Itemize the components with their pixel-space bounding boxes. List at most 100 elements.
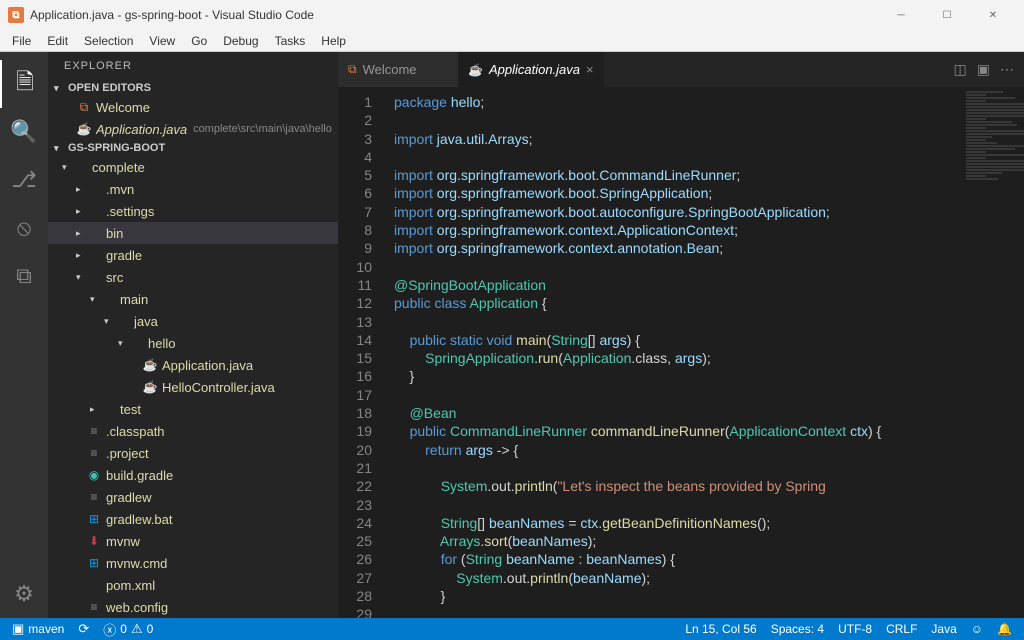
tree-item[interactable]: ▾hello: [48, 332, 338, 354]
chevron-down-icon: ▾: [76, 272, 86, 283]
language-status[interactable]: Java: [927, 622, 960, 636]
tree-item[interactable]: ≡.project: [48, 442, 338, 464]
minimize-button[interactable]: ─: [878, 0, 924, 30]
file-name: Welcome: [96, 100, 150, 115]
source-control-icon[interactable]: ⎇: [0, 156, 48, 204]
item-label: gradle: [106, 248, 142, 263]
feedback-icon[interactable]: ☺: [967, 622, 987, 636]
file-icon: ☕: [142, 358, 158, 372]
menu-edit[interactable]: Edit: [39, 32, 76, 50]
tab-icon: ☕: [468, 63, 483, 77]
close-icon[interactable]: ×: [586, 62, 594, 77]
layout-icon[interactable]: ▣: [977, 61, 990, 78]
item-label: HelloController.java: [162, 380, 275, 395]
item-label: main: [120, 292, 148, 307]
chevron-down-icon: ▾: [104, 316, 114, 327]
item-label: pom.xml: [106, 578, 155, 593]
maven-status[interactable]: ▣maven: [8, 621, 68, 637]
file-icon: ☕: [76, 122, 92, 136]
menu-view[interactable]: View: [141, 32, 183, 50]
item-label: mvnw.cmd: [106, 556, 167, 571]
eol-status[interactable]: CRLF: [882, 622, 921, 636]
problems-status[interactable]: ⓧ0 ⚠0: [99, 620, 157, 639]
code-editor[interactable]: 1234567891011121314151617181920212223242…: [338, 87, 1024, 618]
tree-item[interactable]: ⊞gradlew.bat: [48, 508, 338, 530]
item-label: java: [134, 314, 158, 329]
extensions-icon[interactable]: ⧉: [0, 252, 48, 300]
item-label: mvnw: [106, 534, 140, 549]
sync-icon: ⟳: [78, 621, 89, 637]
item-label: test: [120, 402, 141, 417]
tree-item[interactable]: ▸ test: [48, 398, 338, 420]
workspace-label: GS-SPRING-BOOT: [68, 142, 165, 154]
editor-tabs: ⧉Welcome ☕ Application.java × ◫ ▣ ⋯: [338, 52, 1024, 87]
encoding-status[interactable]: UTF-8: [834, 622, 876, 636]
file-name: Application.java: [96, 122, 187, 137]
open-editors-header[interactable]: ▾ OPEN EDITORS: [48, 80, 338, 96]
menu-help[interactable]: Help: [313, 32, 354, 50]
tree-item[interactable]: ≡.classpath: [48, 420, 338, 442]
sidebar-title: EXPLORER: [48, 52, 338, 80]
code-content[interactable]: package hello; import java.util.Arrays; …: [386, 87, 964, 618]
chevron-right-icon: ▸: [90, 404, 100, 415]
tree-item[interactable]: ◉build.gradle: [48, 464, 338, 486]
menubar: FileEditSelectionViewGoDebugTasksHelp: [0, 30, 1024, 52]
editor-tab[interactable]: ⧉Welcome: [338, 52, 458, 87]
workspace-header[interactable]: ▾ GS-SPRING-BOOT: [48, 140, 338, 156]
tree-item[interactable]: ▾src: [48, 266, 338, 288]
minimap[interactable]: [964, 87, 1024, 618]
editor-tab[interactable]: ☕ Application.java ×: [458, 52, 604, 87]
file-icon: ⊞: [86, 556, 102, 570]
file-path: complete\src\main\java\hello: [193, 123, 332, 135]
tree-item[interactable]: ▸.settings: [48, 200, 338, 222]
menu-go[interactable]: Go: [183, 32, 215, 50]
cursor-position[interactable]: Ln 15, Col 56: [681, 622, 760, 636]
tree-item[interactable]: ▸gradle: [48, 244, 338, 266]
menu-file[interactable]: File: [4, 32, 39, 50]
tree-item[interactable]: ⊞ mvnw.cmd: [48, 552, 338, 574]
debug-icon[interactable]: ⦸: [0, 204, 48, 252]
item-label: web.config: [106, 600, 168, 615]
file-icon: ≡: [86, 490, 102, 504]
chevron-down-icon: ▾: [62, 162, 72, 173]
more-icon[interactable]: ⋯: [1000, 61, 1014, 78]
tree-item[interactable]: ▾ main: [48, 288, 338, 310]
notifications-icon[interactable]: 🔔: [993, 622, 1016, 636]
indent-status[interactable]: Spaces: 4: [767, 622, 828, 636]
vscode-icon: ⧉: [8, 7, 24, 23]
chevron-right-icon: ▸: [76, 184, 86, 195]
tree-item[interactable]: ▸.mvn: [48, 178, 338, 200]
tree-item[interactable]: pom.xml: [48, 574, 338, 596]
tree-item[interactable]: ▾complete: [48, 156, 338, 178]
tree-item[interactable]: ▾ java: [48, 310, 338, 332]
editor-area: ⧉Welcome ☕ Application.java × ◫ ▣ ⋯ 1234567891…: [338, 52, 1024, 618]
explorer-icon[interactable]: 🗎: [0, 60, 48, 108]
item-label: hello: [148, 336, 175, 351]
open-editors-list: ⧉Welcome ☕ Application.java complete\src\ma…: [48, 96, 338, 140]
tree-item[interactable]: ⬇mvnw: [48, 530, 338, 552]
menu-debug[interactable]: Debug: [215, 32, 266, 50]
chevron-down-icon: ▾: [90, 294, 100, 305]
settings-icon[interactable]: ⚙: [0, 570, 48, 618]
open-editor-item[interactable]: ⧉Welcome: [48, 96, 338, 118]
tree-item[interactable]: ≡web.config: [48, 596, 338, 618]
open-editor-item[interactable]: ☕ Application.java complete\src\main\java\…: [48, 118, 338, 140]
tree-item[interactable]: ▸bin: [48, 222, 338, 244]
chevron-right-icon: ▸: [76, 206, 86, 217]
chevron-down-icon: ▾: [54, 143, 64, 154]
menu-tasks[interactable]: Tasks: [267, 32, 314, 50]
maximize-button[interactable]: ☐: [924, 0, 970, 30]
tab-label: Application.java: [489, 62, 580, 77]
close-button[interactable]: ✕: [970, 0, 1016, 30]
sync-status[interactable]: ⟳: [74, 621, 93, 637]
split-editor-icon[interactable]: ◫: [954, 61, 967, 78]
search-icon[interactable]: 🔍: [0, 108, 48, 156]
menu-selection[interactable]: Selection: [76, 32, 141, 50]
error-icon: ⓧ: [103, 620, 116, 639]
open-editors-label: OPEN EDITORS: [68, 82, 151, 94]
item-label: .classpath: [106, 424, 165, 439]
tree-item[interactable]: ☕HelloController.java: [48, 376, 338, 398]
tree-item[interactable]: ☕Application.java: [48, 354, 338, 376]
item-label: gradlew.bat: [106, 512, 173, 527]
tree-item[interactable]: ≡gradlew: [48, 486, 338, 508]
